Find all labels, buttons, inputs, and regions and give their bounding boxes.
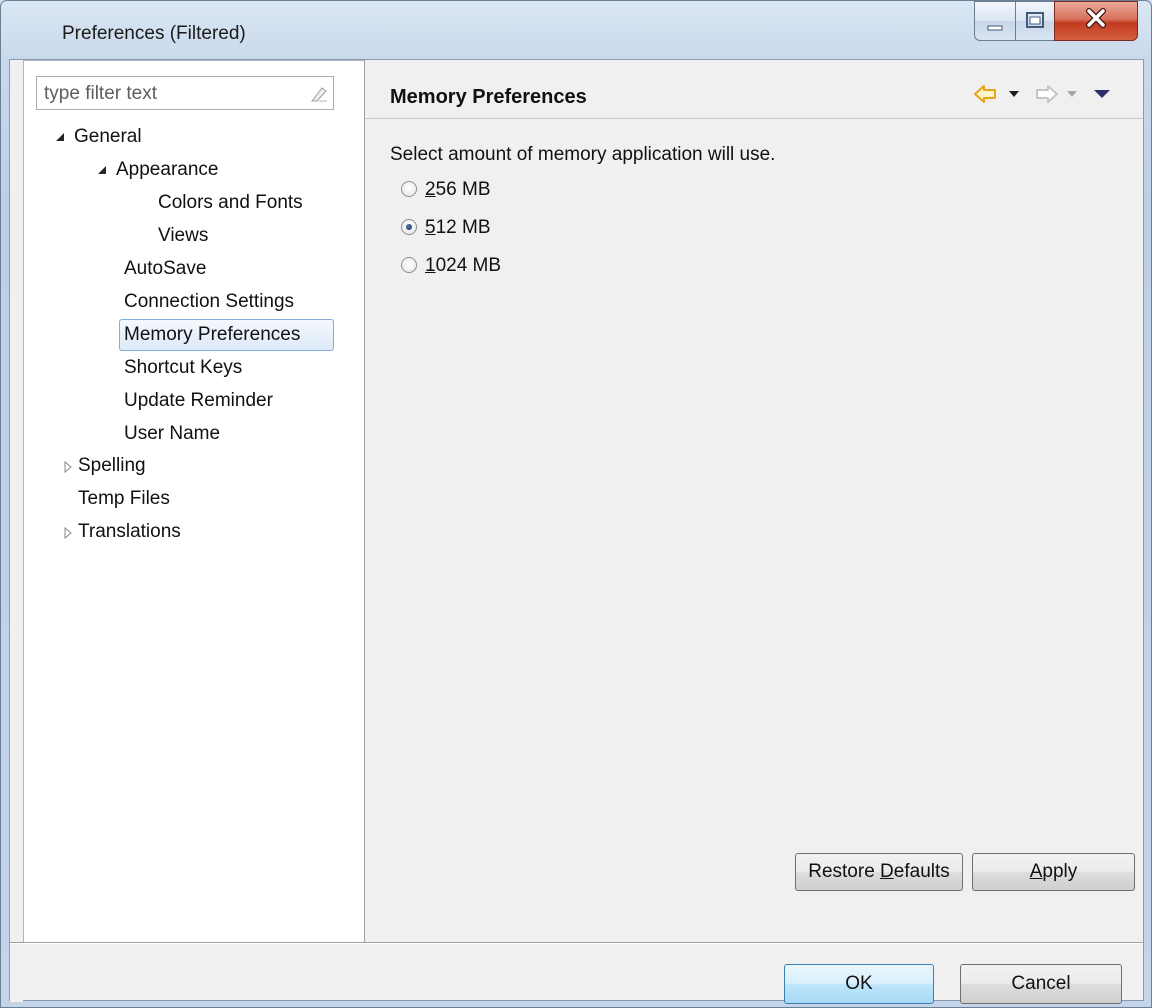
radio-checked-dot xyxy=(406,224,412,230)
close-button[interactable] xyxy=(1054,1,1138,41)
label-text: 024 MB xyxy=(435,255,502,276)
close-icon xyxy=(1086,8,1106,28)
preference-page: Memory Preferences Select amount of memo… xyxy=(365,60,1143,942)
preference-tree-pane: General Appearance Colors and Fonts View… xyxy=(23,60,365,942)
window-controls xyxy=(974,1,1141,43)
expanded-triangle-icon[interactable] xyxy=(96,164,108,176)
collapsed-triangle-icon[interactable] xyxy=(62,527,74,539)
tree-item-label: Spelling xyxy=(78,455,146,476)
collapsed-triangle-icon[interactable] xyxy=(62,461,74,473)
tree-item-label: Memory Preferences xyxy=(124,324,301,345)
tree-item-label: AutoSave xyxy=(124,258,207,279)
tree-item-label: Views xyxy=(158,225,209,246)
mnemonic: D xyxy=(880,861,894,882)
footer-separator-highlight xyxy=(10,943,1143,944)
restore-defaults-button[interactable]: Restore Defaults xyxy=(795,853,963,891)
preferences-window: Preferences (Filtered) type filter text … xyxy=(0,0,1152,1008)
page-navigation xyxy=(973,82,1133,106)
title-bar[interactable]: Preferences (Filtered) xyxy=(1,1,1151,59)
back-history-dropdown-icon[interactable] xyxy=(1007,82,1021,106)
radio-label: 1024 MB xyxy=(425,251,501,281)
tree-item-label: General xyxy=(74,126,142,147)
tree-item-label: Appearance xyxy=(116,159,219,180)
page-description: Select amount of memory application will… xyxy=(390,144,776,165)
tree-item-label: Connection Settings xyxy=(124,291,295,312)
dialog-client-area: General Appearance Colors and Fonts View… xyxy=(9,59,1144,1004)
button-text: pply xyxy=(1042,861,1078,882)
view-menu-icon[interactable] xyxy=(1091,82,1113,106)
button-text: Restore xyxy=(808,861,881,882)
forward-arrow-icon[interactable] xyxy=(1031,82,1061,106)
label-text: 12 MB xyxy=(435,217,491,238)
tree-item-label: User Name xyxy=(124,423,221,444)
mnemonic: 5 xyxy=(425,217,436,238)
radio-button[interactable] xyxy=(401,219,417,235)
label-text: 56 MB xyxy=(435,179,491,200)
radio-button[interactable] xyxy=(401,257,417,273)
left-edge xyxy=(10,60,23,1002)
mnemonic: 2 xyxy=(425,179,436,200)
tree-item-label: Translations xyxy=(78,521,181,542)
tree-item-label: Shortcut Keys xyxy=(124,357,243,378)
expanded-triangle-icon[interactable] xyxy=(54,131,66,143)
radio-button[interactable] xyxy=(401,181,417,197)
page-title: Memory Preferences xyxy=(390,86,587,108)
tree-item-label: Temp Files xyxy=(78,488,170,509)
radio-label: 512 MB xyxy=(425,213,491,243)
button-text: efaults xyxy=(893,861,950,882)
tree-item-label: Update Reminder xyxy=(124,390,273,411)
filter-field[interactable] xyxy=(36,76,334,110)
button-text: Cancel xyxy=(1011,973,1071,994)
minimize-icon xyxy=(987,25,1003,31)
filter-input[interactable] xyxy=(42,82,306,106)
apply-button[interactable]: Apply xyxy=(972,853,1135,891)
page-header: Memory Preferences xyxy=(365,60,1143,119)
button-text: OK xyxy=(845,973,873,994)
cancel-button[interactable]: Cancel xyxy=(960,964,1122,1004)
ok-button[interactable]: OK xyxy=(784,964,934,1004)
restore-icon xyxy=(1026,12,1044,28)
back-arrow-icon[interactable] xyxy=(973,82,1003,106)
forward-history-dropdown-icon[interactable] xyxy=(1065,82,1079,106)
clear-filter-icon[interactable] xyxy=(309,84,329,104)
minimize-button[interactable] xyxy=(974,1,1016,41)
window-title: Preferences (Filtered) xyxy=(62,23,246,44)
radio-label: 256 MB xyxy=(425,175,491,205)
restore-button[interactable] xyxy=(1015,1,1055,41)
mnemonic: 1 xyxy=(425,255,436,276)
mnemonic: A xyxy=(1029,861,1043,882)
tree-item-label: Colors and Fonts xyxy=(158,192,303,213)
